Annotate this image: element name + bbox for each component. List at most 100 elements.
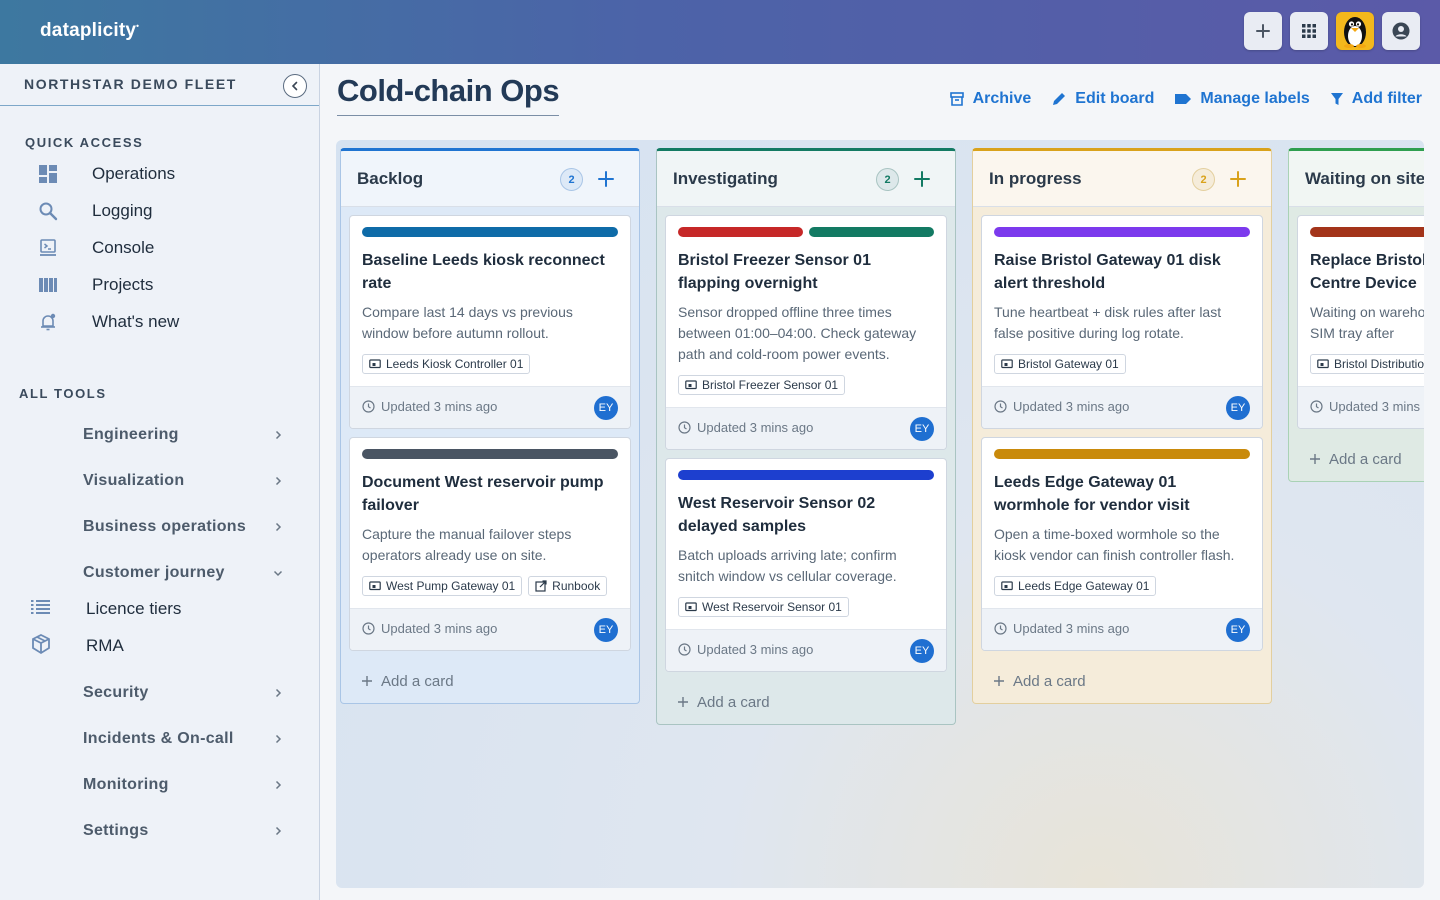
task-card[interactable]: Raise Bristol Gateway 01 disk alert thre… (981, 215, 1263, 429)
brand-logo[interactable]: dataplicity• (40, 20, 139, 42)
sidebar-item-logging[interactable]: Logging (36, 196, 153, 226)
runbook-link-tag[interactable]: Runbook (528, 576, 608, 596)
card-label-bar[interactable] (678, 470, 934, 480)
column-investigating: Investigating 2 Bristol Freezer Sensor 0… (656, 148, 956, 725)
tag-text: Leeds Edge Gateway 01 (1018, 579, 1150, 593)
assignee-avatar[interactable]: EY (1226, 396, 1250, 420)
chevron-right-icon (275, 780, 282, 790)
card-title: Replace Bristol Distribution Centre Devi… (1310, 252, 1424, 292)
add-card-button[interactable]: Add a card (657, 680, 955, 724)
column-add-button[interactable] (1227, 168, 1249, 190)
card-label-bar[interactable] (678, 227, 803, 237)
tool-label: Business operations (83, 518, 247, 535)
account-button[interactable] (1382, 12, 1420, 50)
device-tag[interactable]: West Pump Gateway 01 (362, 576, 523, 596)
device-tag[interactable]: Leeds Kiosk Controller 01 (362, 354, 531, 374)
tool-monitoring[interactable]: Monitoring (83, 770, 283, 800)
collapse-sidebar-button[interactable] (283, 74, 307, 98)
updated-time: Updated 3 mins ago (362, 399, 497, 414)
task-card[interactable]: Leeds Edge Gateway 01 wormhole for vendo… (981, 437, 1263, 651)
assignee-avatar[interactable]: EY (910, 639, 934, 663)
column-header: In progress 2 (973, 151, 1271, 207)
task-card[interactable]: Bristol Freezer Sensor 01 flapping overn… (665, 215, 947, 450)
tool-visualization[interactable]: Visualization (83, 466, 283, 496)
column-count-badge: 2 (876, 168, 899, 191)
assignee-avatar[interactable]: EY (594, 396, 618, 420)
column-count-badge: 2 (560, 168, 583, 191)
tag-text: Bristol Distribution (1334, 357, 1424, 371)
column-header: Waiting on site (1289, 151, 1424, 207)
edit-board-button[interactable]: Edit board (1051, 90, 1154, 108)
add-card-button[interactable]: Add a card (1289, 437, 1424, 481)
assignee-avatar[interactable]: EY (910, 417, 934, 441)
top-actions (1244, 12, 1420, 50)
add-card-label: Add a card (1329, 450, 1402, 468)
card-label-bar[interactable] (362, 227, 618, 237)
device-tag[interactable]: West Reservoir Sensor 01 (678, 597, 849, 617)
add-button[interactable] (1244, 12, 1282, 50)
card-label-bar[interactable] (994, 227, 1250, 237)
task-card[interactable]: West Reservoir Sensor 02 delayed samples… (665, 458, 947, 672)
sidebar-item-licence-tiers[interactable]: Licence tiers (30, 594, 181, 624)
add-filter-button[interactable]: Add filter (1330, 90, 1422, 108)
updated-time: Updated 3 mins ago (994, 621, 1129, 636)
column-backlog: Backlog 2 Baseline Leeds kiosk reconnect… (340, 148, 640, 704)
assignee-avatar[interactable]: EY (594, 618, 618, 642)
sidebar-item-whats-new[interactable]: What's new (36, 307, 179, 337)
tool-settings[interactable]: Settings (83, 816, 283, 846)
plus-icon (1310, 454, 1320, 464)
task-card[interactable]: Baseline Leeds kiosk reconnect rate Comp… (349, 215, 631, 429)
clock-icon (678, 421, 691, 434)
add-card-button[interactable]: Add a card (973, 659, 1271, 703)
card-footer: Updated 3 mins ago EY (666, 629, 946, 671)
device-tag[interactable]: Bristol Freezer Sensor 01 (678, 375, 846, 395)
clock-icon (1310, 400, 1323, 413)
card-footer: Updated 3 mins ago EY (666, 407, 946, 449)
add-card-button[interactable]: Add a card (341, 659, 639, 703)
sidebar-item-console[interactable]: Console (36, 233, 154, 263)
sidebar-item-label: What's new (92, 312, 180, 331)
card-tags: Bristol Gateway 01 (994, 354, 1250, 374)
plus-icon (362, 676, 372, 686)
card-label-bar[interactable] (809, 227, 934, 237)
column-add-button[interactable] (911, 168, 933, 190)
sidebar-item-projects[interactable]: Projects (36, 270, 153, 300)
device-tag[interactable]: Bristol Distribution (1310, 354, 1424, 374)
sidebar-item-rma[interactable]: RMA (30, 631, 124, 661)
tool-label: Incidents & On-call (83, 730, 234, 747)
device-tag[interactable]: Leeds Edge Gateway 01 (994, 576, 1157, 596)
chevron-right-icon (275, 826, 282, 836)
card-description: Waiting on warehouse team to reseat the … (1310, 304, 1424, 341)
notification-bell-icon (36, 310, 60, 334)
device-tag[interactable]: Bristol Gateway 01 (994, 354, 1126, 374)
card-label-bar[interactable] (362, 449, 618, 459)
tag-text: Leeds Kiosk Controller 01 (386, 357, 524, 371)
chevron-right-icon (275, 734, 282, 744)
sidebar-item-label: Projects (92, 275, 154, 294)
sidebar-item-operations[interactable]: Operations (36, 159, 175, 189)
column-header: Investigating 2 (657, 151, 955, 207)
avatar[interactable] (1336, 12, 1374, 50)
card-tags: Leeds Edge Gateway 01 (994, 576, 1250, 596)
apps-button[interactable] (1290, 12, 1328, 50)
tool-security[interactable]: Security (83, 678, 283, 708)
card-title: Bristol Freezer Sensor 01 flapping overn… (678, 252, 871, 292)
archive-button[interactable]: Archive (949, 90, 1031, 108)
tool-incidents-on-call[interactable]: Incidents & On-call (83, 724, 283, 754)
tool-business-operations[interactable]: Business operations (83, 512, 283, 542)
column-add-button[interactable] (595, 168, 617, 190)
updated-text: Updated 3 mins ago (381, 399, 498, 414)
manage-labels-button[interactable]: Manage labels (1174, 90, 1310, 108)
assignee-avatar[interactable]: EY (1226, 618, 1250, 642)
tool-engineering[interactable]: Engineering (83, 420, 283, 450)
card-label-bar[interactable] (1310, 227, 1424, 237)
chevron-down-icon (273, 570, 283, 577)
device-icon (1001, 358, 1013, 368)
updated-text: Updated 3 mins ago (381, 621, 498, 636)
tool-customer-journey[interactable]: Customer journey (83, 558, 283, 588)
task-card[interactable]: Document West reservoir pump failover Ca… (349, 437, 631, 651)
task-card[interactable]: Replace Bristol Distribution Centre Devi… (1297, 215, 1424, 429)
column-title: Waiting on site (1305, 169, 1424, 188)
card-label-bar[interactable] (994, 449, 1250, 459)
device-icon (685, 379, 697, 389)
